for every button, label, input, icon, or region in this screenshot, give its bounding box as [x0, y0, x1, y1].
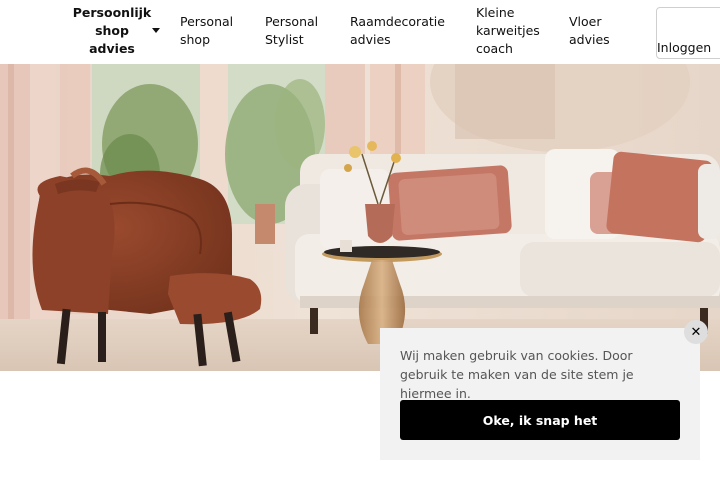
- nav-item-raamdecoratie-advies[interactable]: Raamdecoratie advies: [350, 13, 445, 49]
- nav-item-kleine-karweitjes-coach[interactable]: Kleine karweitjes coach: [476, 4, 540, 58]
- nav-item-label: coach: [476, 41, 513, 56]
- close-icon[interactable]: ✕: [684, 320, 708, 344]
- nav-item-personal-shop[interactable]: Personal shop: [180, 13, 233, 49]
- nav-item-label: Raamdecoratie: [350, 14, 445, 29]
- nav-item-vloer-advies[interactable]: Vloer advies: [569, 13, 610, 49]
- nav-item-label: Kleine: [476, 5, 515, 20]
- nav-item-label: Vloer: [569, 14, 602, 29]
- nav-item-label: shop: [180, 32, 211, 47]
- accept-cookies-button[interactable]: Oke, ik snap het: [400, 400, 680, 440]
- nav-item-label: Personal: [265, 14, 319, 29]
- cookie-banner: Wij maken gebruik van cookies. Door gebr…: [380, 328, 700, 460]
- living-room-illustration: [0, 64, 720, 371]
- nav-item-label: advies: [350, 32, 391, 47]
- nav-item-persoonlijk-shop-advies[interactable]: Persoonlijk shop advies: [72, 4, 152, 58]
- nav-item-label: Persoonlijk: [72, 5, 152, 20]
- top-navigation: Persoonlijk shop advies Personal shop Pe…: [0, 0, 720, 64]
- nav-item-label: advies: [569, 32, 610, 47]
- nav-item-label: advies: [89, 41, 135, 56]
- nav-item-label: shop: [95, 23, 129, 38]
- nav-item-label: karweitjes: [476, 23, 540, 38]
- hero-image: [0, 64, 720, 371]
- nav-item-personal-stylist[interactable]: Personal Stylist: [265, 13, 318, 49]
- cookie-message: Wij maken gebruik van cookies. Door gebr…: [400, 348, 634, 401]
- login-button[interactable]: Inloggen: [656, 7, 720, 59]
- nav-item-label: Personal: [180, 14, 234, 29]
- nav-item-label: Stylist: [265, 32, 304, 47]
- caret-down-icon[interactable]: [152, 28, 160, 33]
